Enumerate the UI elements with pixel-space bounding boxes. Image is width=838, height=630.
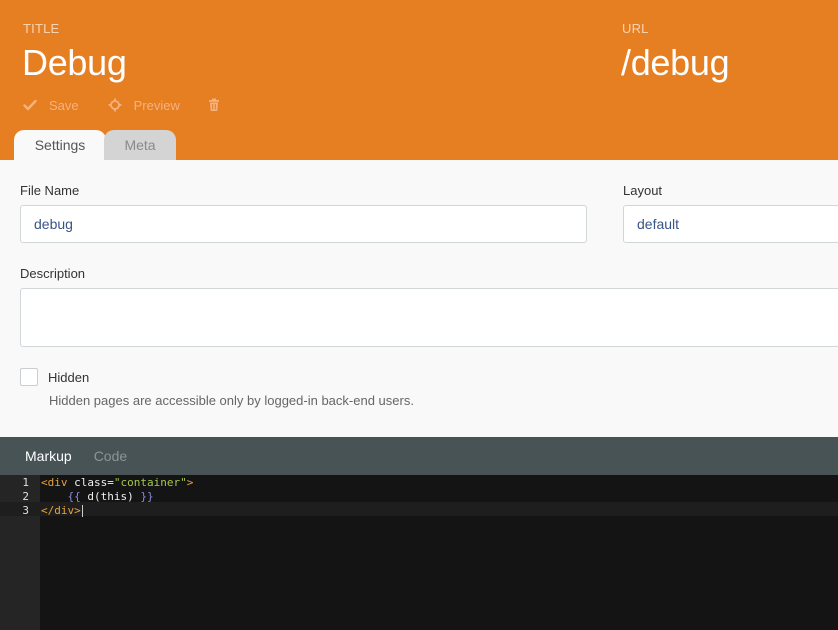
line-number: 3 bbox=[22, 504, 29, 517]
description-label: Description bbox=[20, 266, 86, 281]
code-line: {{ d(this) }} bbox=[41, 490, 154, 503]
check-icon bbox=[23, 98, 37, 112]
preview-label: Preview bbox=[133, 97, 180, 113]
code-token: class= bbox=[67, 476, 114, 489]
tab-code[interactable]: Code bbox=[94, 448, 127, 464]
hidden-checkbox[interactable] bbox=[20, 368, 38, 386]
delete-button[interactable] bbox=[207, 98, 221, 112]
title-label: TITLE bbox=[23, 21, 60, 36]
line-number: 2 bbox=[22, 490, 29, 503]
code-token: <div bbox=[41, 476, 68, 489]
hidden-label[interactable]: Hidden bbox=[48, 370, 89, 385]
code-token: d(this) bbox=[80, 490, 141, 503]
crosshair-icon bbox=[108, 98, 122, 112]
tab-meta[interactable]: Meta bbox=[104, 130, 176, 160]
url-value[interactable]: /debug bbox=[621, 42, 730, 84]
code-line: <div class="container"> bbox=[41, 476, 193, 489]
trash-icon bbox=[207, 98, 221, 112]
file-name-input[interactable]: debug bbox=[20, 205, 587, 243]
code-editor[interactable] bbox=[40, 475, 838, 630]
tab-settings[interactable]: Settings bbox=[14, 130, 106, 160]
code-token: {{ bbox=[67, 490, 81, 503]
line-number: 1 bbox=[22, 476, 29, 489]
active-line-highlight bbox=[0, 502, 838, 516]
file-name-label: File Name bbox=[20, 183, 80, 198]
preview-button[interactable]: Preview bbox=[108, 98, 180, 113]
layout-label: Layout bbox=[623, 183, 663, 198]
page-header: TITLE Debug URL /debug Save Preview Sett… bbox=[0, 0, 838, 160]
code-token: "container" bbox=[113, 476, 187, 489]
layout-select[interactable]: default bbox=[623, 205, 838, 243]
tab-markup[interactable]: Markup bbox=[25, 448, 72, 464]
description-input[interactable] bbox=[20, 288, 838, 347]
code-token: > bbox=[186, 476, 194, 489]
hidden-help-text: Hidden pages are accessible only by logg… bbox=[49, 393, 414, 408]
text-cursor bbox=[81, 505, 83, 517]
url-label: URL bbox=[622, 21, 649, 36]
save-label: Save bbox=[49, 97, 79, 113]
code-token: }} bbox=[140, 490, 154, 503]
title-value[interactable]: Debug bbox=[22, 42, 127, 84]
save-button[interactable]: Save bbox=[23, 98, 79, 113]
code-token: </div> bbox=[41, 504, 81, 517]
editor-tabs: Markup Code bbox=[0, 437, 838, 475]
code-line: </div> bbox=[41, 504, 83, 517]
toolbar: Save Preview bbox=[23, 95, 221, 115]
